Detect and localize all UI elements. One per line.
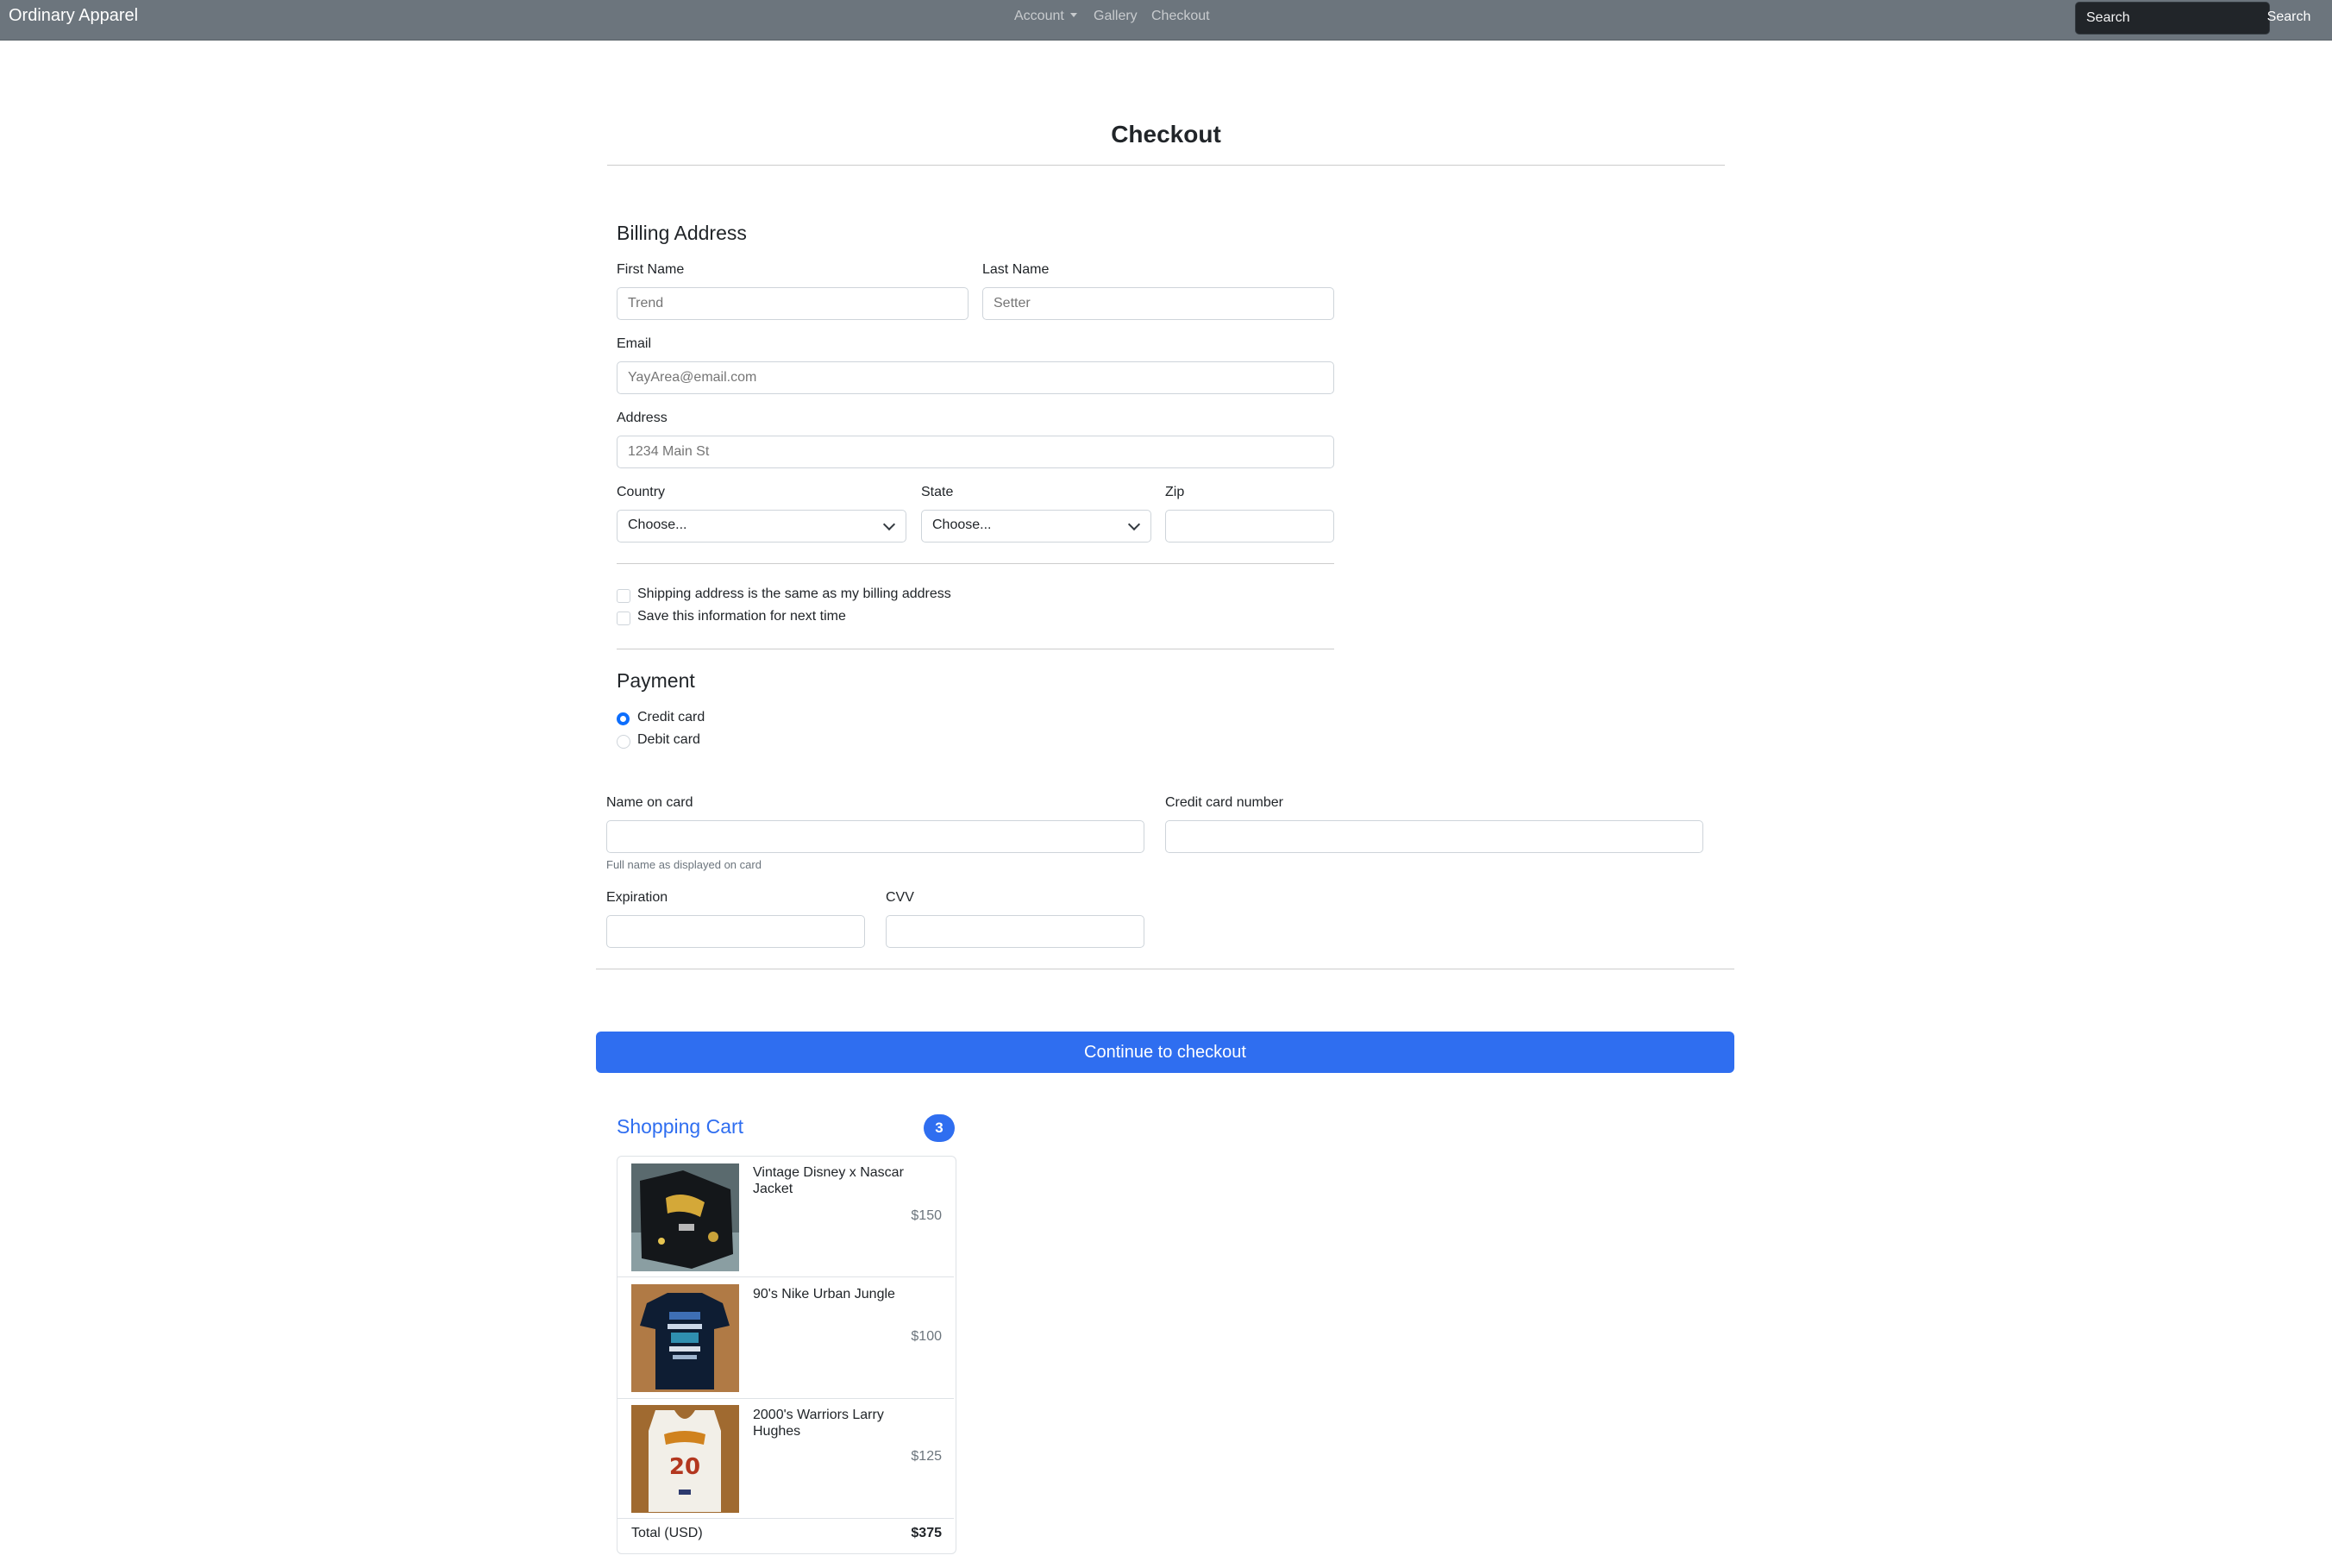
debit-card-radio[interactable]	[617, 735, 630, 749]
nav-checkout-link[interactable]: Checkout	[1151, 9, 1210, 24]
chevron-down-icon	[1127, 517, 1141, 531]
same-address-checkbox[interactable]	[617, 589, 630, 603]
continue-to-checkout-button[interactable]: Continue to checkout	[596, 1032, 1734, 1073]
tshirt-thumbnail	[631, 1284, 739, 1392]
card-number-input[interactable]	[1165, 820, 1703, 853]
credit-card-label: Credit card	[637, 710, 705, 724]
name-on-card-input[interactable]	[606, 820, 1144, 853]
billing-heading: Billing Address	[617, 222, 747, 244]
first-name-input[interactable]	[617, 287, 969, 320]
country-select-value: Choose...	[628, 517, 687, 532]
cart-count-badge: 3	[924, 1114, 955, 1142]
credit-card-radio[interactable]	[617, 712, 630, 725]
nav-search-input[interactable]	[2075, 2, 2270, 34]
save-info-checkbox[interactable]	[617, 612, 630, 625]
name-on-card-help: Full name as displayed on card	[606, 858, 762, 871]
title-divider	[607, 165, 1725, 166]
name-on-card-label: Name on card	[606, 795, 693, 810]
cvv-label: CVV	[886, 890, 914, 905]
last-name-input[interactable]	[982, 287, 1334, 320]
shopping-cart-title: Shopping Cart	[617, 1115, 744, 1138]
cart-item-price: $125	[911, 1449, 942, 1464]
navbar: Ordinary Apparel Account Gallery Checkou…	[0, 0, 2332, 41]
caret-down-icon	[1069, 13, 1077, 17]
page-title: Checkout	[1111, 121, 1221, 147]
chevron-down-icon	[882, 517, 896, 531]
card-number-label: Credit card number	[1165, 795, 1283, 810]
country-label: Country	[617, 485, 666, 499]
jersey-thumbnail: 20	[631, 1405, 739, 1513]
cvv-input[interactable]	[886, 915, 1144, 948]
address-input[interactable]	[617, 436, 1334, 468]
zip-input[interactable]	[1165, 510, 1334, 543]
cart-total-label: Total (USD)	[631, 1526, 703, 1540]
cart-row-divider	[617, 1518, 954, 1519]
same-address-label: Shipping address is the same as my billi…	[637, 586, 951, 601]
nav-account-dropdown[interactable]: Account	[1014, 9, 1077, 24]
svg-text:20: 20	[669, 1454, 700, 1480]
address-label: Address	[617, 411, 668, 425]
expiration-input[interactable]	[606, 915, 865, 948]
cart-row-divider	[617, 1276, 954, 1277]
email-input[interactable]	[617, 361, 1334, 394]
cart-item-name: 2000's Warriors Larry Hughes	[753, 1408, 884, 1439]
nav-search-button[interactable]: Search	[2254, 3, 2323, 32]
zip-label: Zip	[1165, 485, 1185, 499]
nav-gallery-link[interactable]: Gallery	[1094, 9, 1138, 24]
debit-card-label: Debit card	[637, 732, 700, 747]
first-name-label: First Name	[617, 262, 685, 277]
state-select[interactable]: Choose...	[921, 510, 1151, 543]
cart-row-divider	[617, 1398, 954, 1399]
payment-heading: Payment	[617, 669, 695, 692]
save-info-label: Save this information for next time	[637, 609, 846, 624]
cart-total-value: $375	[911, 1526, 942, 1540]
brand-link[interactable]: Ordinary Apparel	[9, 6, 138, 26]
nav-account-label: Account	[1014, 9, 1064, 23]
state-label: State	[921, 485, 954, 499]
cart-item-name: Vintage Disney x Nascar Jacket	[753, 1165, 904, 1196]
state-select-value: Choose...	[932, 517, 992, 532]
cart-item-price: $150	[911, 1208, 942, 1223]
email-label: Email	[617, 336, 652, 351]
country-select[interactable]: Choose...	[617, 510, 906, 543]
jacket-thumbnail	[631, 1163, 739, 1271]
cart-item-price: $100	[911, 1329, 942, 1344]
billing-divider	[617, 563, 1334, 564]
last-name-label: Last Name	[982, 262, 1050, 277]
cart-item-name: 90's Nike Urban Jungle	[753, 1287, 895, 1301]
cart-list: Vintage Disney x Nascar Jacket $150 90's…	[617, 1156, 956, 1554]
expiration-label: Expiration	[606, 890, 668, 905]
